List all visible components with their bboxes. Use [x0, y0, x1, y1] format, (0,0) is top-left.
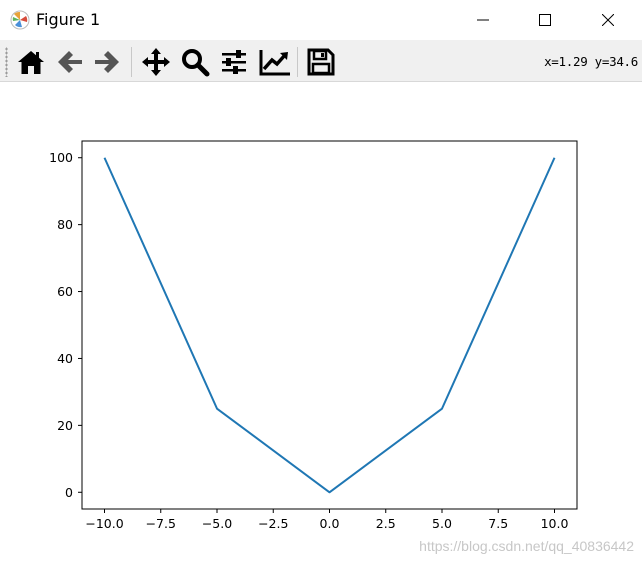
- y-tick-label: 100: [49, 150, 73, 165]
- toolbar-grip[interactable]: [5, 47, 8, 77]
- title-bar: Figure 1: [0, 0, 642, 41]
- minimize-icon: [477, 14, 489, 26]
- forward-arrow-icon: [92, 47, 122, 77]
- x-tick-label: −10.0: [85, 516, 123, 531]
- home-icon: [16, 47, 46, 77]
- home-button[interactable]: [14, 45, 48, 79]
- x-tick-label: 10.0: [541, 516, 569, 531]
- subplots-config-icon: [219, 47, 249, 77]
- cursor-coordinates: x=1.29 y=34.6: [544, 54, 638, 69]
- edit-lines-icon: [258, 47, 292, 77]
- zoom-magnifier-icon: [180, 47, 210, 77]
- y-tick-label: 20: [57, 418, 73, 433]
- edit-axis-button[interactable]: [256, 45, 290, 79]
- figure-canvas[interactable]: −10.0 −7.5 −5.0 −2.5 0.0 2.5 5.0 7.5 10.0 0 20 40 60…: [0, 82, 642, 563]
- x-tick-label: −2.5: [258, 516, 288, 531]
- y-tick-label: 0: [65, 485, 73, 500]
- minimize-button[interactable]: [460, 0, 506, 40]
- line-chart[interactable]: −10.0 −7.5 −5.0 −2.5 0.0 2.5 5.0 7.5 10.0 0 20 40 60…: [0, 82, 642, 563]
- x-tick-label: 2.5: [376, 516, 396, 531]
- back-arrow-icon: [55, 47, 85, 77]
- matplotlib-app-icon: [10, 10, 30, 30]
- toolbar-separator: [131, 47, 132, 77]
- x-tick-label: −5.0: [202, 516, 232, 531]
- toolbar-separator: [297, 47, 298, 77]
- maximize-button[interactable]: [522, 0, 568, 40]
- back-button[interactable]: [53, 45, 87, 79]
- close-button[interactable]: [585, 0, 631, 40]
- y-tick-label: 60: [57, 284, 73, 299]
- x-tick-label: 0.0: [320, 516, 340, 531]
- close-icon: [602, 14, 614, 26]
- x-tick-label: 7.5: [488, 516, 508, 531]
- zoom-button[interactable]: [178, 45, 212, 79]
- y-tick-label: 80: [57, 217, 73, 232]
- forward-button[interactable]: [90, 45, 124, 79]
- y-tick-label: 40: [57, 351, 73, 366]
- pan-move-icon: [141, 47, 171, 77]
- axes-frame: [82, 141, 577, 509]
- x-tick-label: −7.5: [146, 516, 176, 531]
- maximize-icon: [539, 14, 551, 26]
- save-button[interactable]: [304, 45, 338, 79]
- configure-subplots-button[interactable]: [217, 45, 251, 79]
- watermark-text: https://blog.csdn.net/qq_40836442: [419, 538, 634, 554]
- window-title: Figure 1: [36, 10, 100, 29]
- x-tick-label: 5.0: [432, 516, 452, 531]
- save-disk-icon: [306, 47, 336, 77]
- pan-button[interactable]: [139, 45, 173, 79]
